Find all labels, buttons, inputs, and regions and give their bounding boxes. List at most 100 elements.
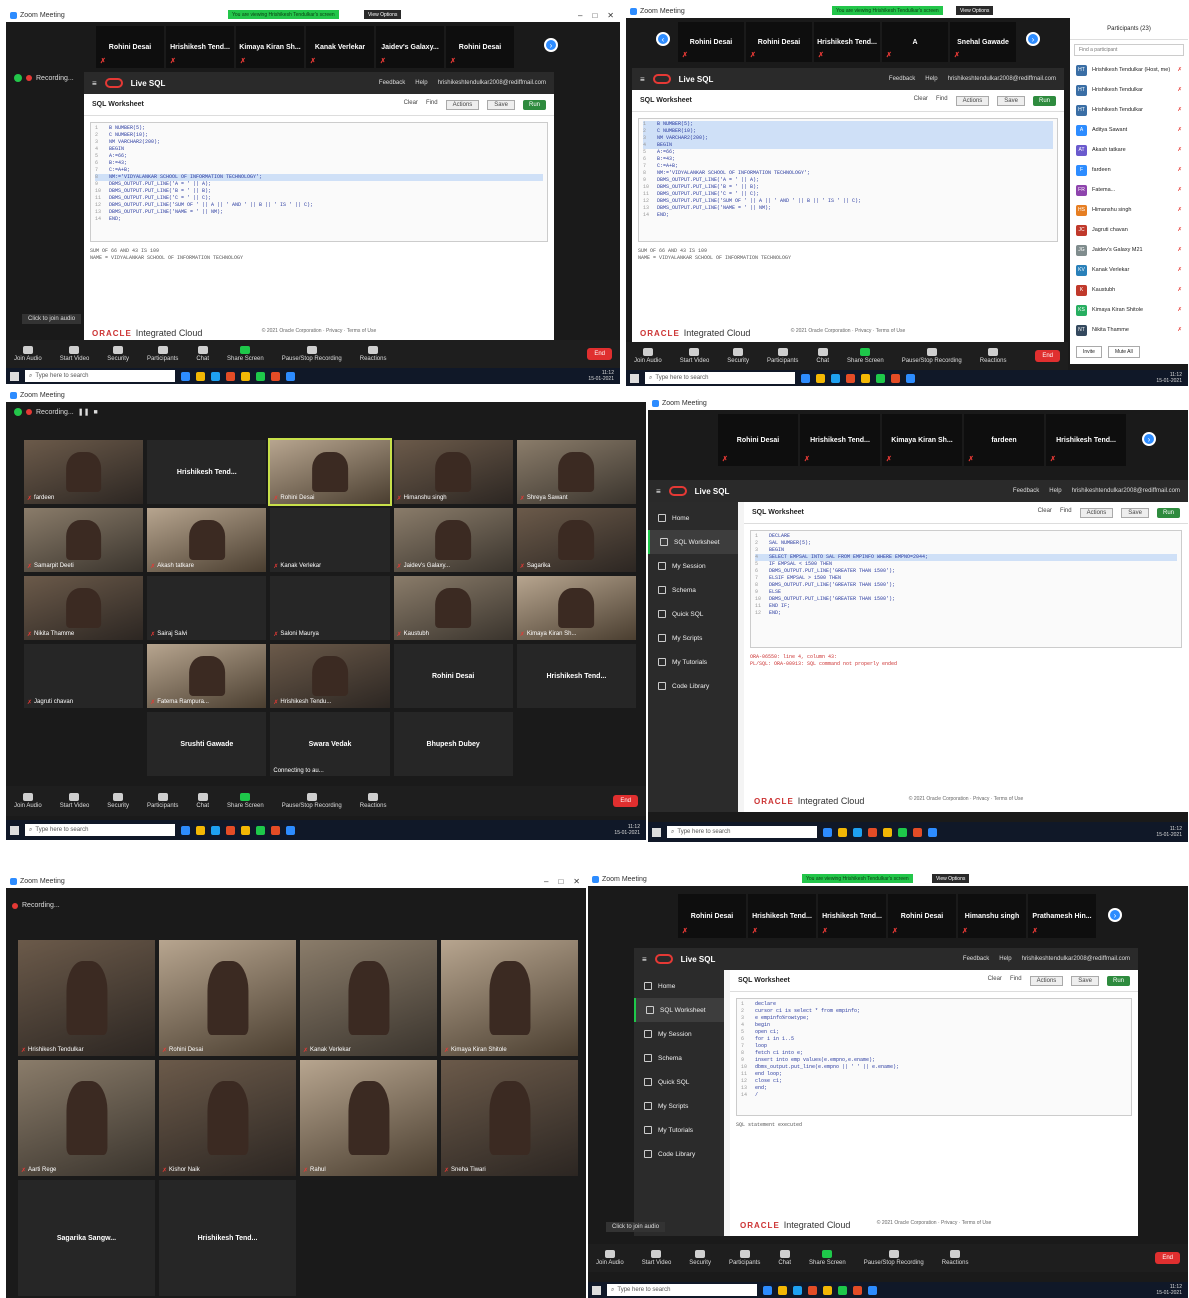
taskbar-app-icon[interactable] bbox=[883, 827, 892, 837]
participant-row[interactable]: Ffardeen ✗ bbox=[1070, 160, 1188, 180]
taskbar-app-icon[interactable] bbox=[876, 373, 885, 383]
user-menu[interactable]: hrishikeshtendulkar2008@rediffmail.com bbox=[948, 76, 1056, 82]
clear-button[interactable]: Clear bbox=[988, 976, 1002, 986]
share-screen-button[interactable]: Share Screen bbox=[809, 1250, 846, 1266]
strip-tile[interactable]: Jaidev's Galaxy... ✗ bbox=[376, 26, 444, 68]
participant-row[interactable]: JG Jaidev's Galaxy M21 ✗ bbox=[1070, 240, 1188, 260]
taskbar-app-icon[interactable] bbox=[196, 825, 205, 835]
chat-button[interactable]: Chat bbox=[196, 793, 209, 809]
video-tile[interactable]: Rohini Desai bbox=[393, 644, 513, 708]
share-screen-button[interactable]: Share Screen bbox=[227, 793, 264, 809]
help-link[interactable]: Help bbox=[999, 956, 1011, 962]
mic-muted-icon[interactable]: ✗ bbox=[1177, 167, 1182, 173]
mic-muted-icon[interactable]: ✗ bbox=[1177, 187, 1182, 193]
join-audio-tooltip[interactable]: Click to join audio bbox=[22, 314, 82, 324]
sidebar-item[interactable]: My Tutorials bbox=[634, 1118, 724, 1142]
strip-tile[interactable]: Rohini Desai ✗ bbox=[746, 22, 812, 62]
sidebar-item[interactable]: Home bbox=[648, 506, 738, 530]
video-tile[interactable]: ✗ Samarpit Deeti bbox=[24, 508, 144, 572]
run-button[interactable]: Run bbox=[1032, 95, 1056, 106]
strip-tile[interactable]: Rohini Desai ✗ bbox=[96, 26, 164, 68]
start-video-button[interactable]: Start Video bbox=[60, 346, 89, 362]
record-button[interactable]: Pause/Stop Recording bbox=[282, 793, 342, 809]
end-meeting-button[interactable]: End bbox=[1035, 350, 1060, 362]
find-button[interactable]: Find bbox=[426, 100, 438, 110]
strip-tile[interactable]: Rohini Desai ✗ bbox=[446, 26, 514, 68]
sidebar-item[interactable]: My Session bbox=[648, 554, 738, 578]
save-button[interactable]: Save bbox=[487, 99, 515, 110]
mic-muted-icon[interactable]: ✗ bbox=[1177, 147, 1182, 153]
participants-button[interactable]: Participants bbox=[767, 348, 798, 364]
mic-muted-icon[interactable]: ✗ bbox=[1177, 307, 1182, 313]
taskbar-app-icon[interactable] bbox=[906, 373, 915, 383]
participants-button[interactable]: Participants bbox=[729, 1250, 760, 1266]
video-tile[interactable]: ✗ Kimaya Kiran Shitole bbox=[441, 940, 578, 1056]
close-icon[interactable]: ✕ bbox=[607, 11, 614, 20]
strip-tile[interactable]: Hrishikesh Tend... ✗ bbox=[814, 22, 880, 62]
user-menu[interactable]: hrishikeshtendulkar2008@rediffmail.com bbox=[1022, 956, 1130, 962]
end-meeting-button[interactable]: End bbox=[613, 795, 638, 807]
video-tile[interactable]: ✗ Sairaj Salvi bbox=[147, 576, 267, 640]
video-tile[interactable]: Hrishikesh Tend... bbox=[159, 1180, 296, 1296]
join-audio-tooltip[interactable]: Click to join audio bbox=[606, 1222, 666, 1232]
next-page-icon[interactable]: › bbox=[1026, 32, 1040, 46]
video-tile[interactable]: ✗ Fatema Rampura... bbox=[147, 644, 267, 708]
security-button[interactable]: Security bbox=[727, 348, 749, 364]
windows-start-icon[interactable] bbox=[10, 371, 19, 381]
find-button[interactable]: Find bbox=[1010, 976, 1022, 986]
participant-row[interactable]: HT Hrishikesh Tendulkar ✗ bbox=[1070, 100, 1188, 120]
security-button[interactable]: Security bbox=[107, 793, 129, 809]
video-tile[interactable]: ✗ Jagruti chavan bbox=[24, 644, 144, 708]
sidebar-item[interactable]: Quick SQL bbox=[634, 1070, 724, 1094]
actions-select[interactable]: Actions bbox=[955, 95, 990, 106]
run-button[interactable]: Run bbox=[1156, 507, 1180, 518]
save-button[interactable]: Save bbox=[1121, 507, 1149, 518]
video-tile[interactable]: Hrishikesh Tend... bbox=[147, 440, 267, 504]
strip-tile[interactable]: Himanshu singh ✗ bbox=[958, 894, 1026, 938]
reactions-button[interactable]: Reactions bbox=[980, 348, 1006, 364]
join-audio-button[interactable]: Join Audio bbox=[14, 793, 42, 809]
clear-button[interactable]: Clear bbox=[404, 100, 418, 110]
taskbar-app-icon[interactable] bbox=[286, 371, 295, 381]
participant-row[interactable]: NT Nikita Thamme ✗ bbox=[1070, 320, 1188, 340]
taskbar-app-icon[interactable] bbox=[913, 827, 922, 837]
taskbar-app-icon[interactable] bbox=[853, 827, 862, 837]
menu-icon[interactable]: ≡ bbox=[640, 75, 645, 84]
video-tile[interactable]: ✗ Rahul bbox=[300, 1060, 437, 1176]
taskbar-app-icon[interactable] bbox=[816, 373, 825, 383]
strip-tile[interactable]: Rohini Desai ✗ bbox=[678, 22, 744, 62]
video-tile[interactable]: ✗ Kishor Naik bbox=[159, 1060, 296, 1176]
view-options-button[interactable]: View Options bbox=[364, 10, 402, 19]
actions-select[interactable]: Actions bbox=[445, 99, 480, 110]
mic-muted-icon[interactable]: ✗ bbox=[1177, 207, 1182, 213]
reactions-button[interactable]: Reactions bbox=[942, 1250, 968, 1266]
participant-row[interactable]: HS Himanshu singh ✗ bbox=[1070, 200, 1188, 220]
save-button[interactable]: Save bbox=[1071, 975, 1099, 986]
taskbar-app-icon[interactable] bbox=[196, 371, 205, 381]
taskbar-app-icon[interactable] bbox=[271, 825, 280, 835]
participant-row[interactable]: AT Akash tatkare ✗ bbox=[1070, 140, 1188, 160]
video-tile[interactable]: ✗ Akash tatkare bbox=[147, 508, 267, 572]
taskbar-app-icon[interactable] bbox=[181, 825, 190, 835]
code-editor[interactable]: 1 B NUMBER(5); 2 C NUMBER(10); 3 NM VARCHAR2(… bbox=[90, 122, 548, 242]
video-tile[interactable]: ✗ Rohini Desai bbox=[268, 438, 392, 506]
taskbar-app-icon[interactable] bbox=[211, 825, 220, 835]
taskbar-app-icon[interactable] bbox=[763, 1285, 772, 1295]
pause-icon[interactable]: ❚❚ bbox=[78, 408, 90, 416]
taskbar-app-icon[interactable] bbox=[801, 373, 810, 383]
participant-row[interactable]: HT Hrishikesh Tendulkar ✗ bbox=[1070, 80, 1188, 100]
strip-tile[interactable]: Hrishikesh Tend... ✗ bbox=[1046, 414, 1126, 466]
taskbar-app-icon[interactable] bbox=[823, 827, 832, 837]
taskbar-app-icon[interactable] bbox=[808, 1285, 817, 1295]
taskbar-app-icon[interactable] bbox=[778, 1285, 787, 1295]
maximize-icon[interactable]: □ bbox=[592, 11, 597, 20]
clear-button[interactable]: Clear bbox=[914, 96, 928, 106]
feedback-link[interactable]: Feedback bbox=[379, 80, 405, 86]
taskbar-app-icon[interactable] bbox=[898, 827, 907, 837]
participant-row[interactable]: KV Kanak Verlekar ✗ bbox=[1070, 260, 1188, 280]
video-tile[interactable] bbox=[24, 712, 143, 776]
sidebar-item[interactable]: Quick SQL bbox=[648, 602, 738, 626]
taskbar-app-icon[interactable] bbox=[286, 825, 295, 835]
taskbar-app-icon[interactable] bbox=[241, 371, 250, 381]
mic-muted-icon[interactable]: ✗ bbox=[1177, 267, 1182, 273]
